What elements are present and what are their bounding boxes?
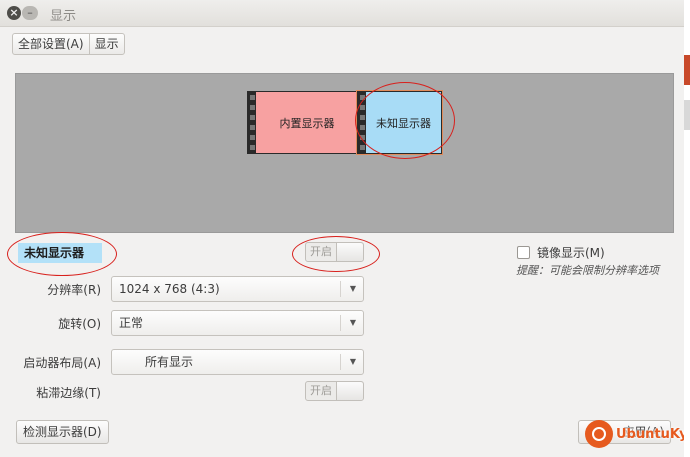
- sticky-edges-label: 粘滞边缘(T): [36, 386, 101, 400]
- film-strip-icon: [248, 92, 256, 153]
- film-strip-icon: [358, 92, 366, 153]
- dropdown-separator: [340, 354, 341, 370]
- resolution-dropdown[interactable]: 1024 x 768 (4:3) ▼: [111, 276, 364, 302]
- sticky-switch-knob[interactable]: [337, 382, 363, 400]
- minimize-icon[interactable]: –: [22, 6, 38, 20]
- background-window-fragment: [684, 100, 690, 130]
- window-title: 显示: [50, 9, 77, 24]
- ubuntukylin-watermark: UbuntuKylin: [585, 420, 690, 448]
- watermark-text: UbuntuKylin: [616, 426, 690, 442]
- display-settings-window: × – 显示 全部设置(A) 显示 内置显示器 未知显示器 未知显示器 开启 镜…: [0, 0, 690, 457]
- sticky-switch-label: 开启: [306, 382, 337, 400]
- launcher-placement-value: 所有显示: [145, 355, 194, 369]
- all-settings-button[interactable]: 全部设置(A): [13, 34, 89, 54]
- chevron-down-icon: ▼: [349, 357, 356, 366]
- background-window-fragment: [684, 55, 690, 85]
- dropdown-separator: [340, 315, 341, 331]
- mirror-label: 镜像显示(M): [537, 246, 605, 260]
- rotation-value: 正常: [119, 316, 144, 330]
- monitor-unknown-label: 未知显示器: [376, 116, 431, 130]
- power-switch-knob[interactable]: [337, 243, 363, 261]
- sticky-edges-switch[interactable]: 开启: [305, 381, 364, 401]
- monitor-arrangement-area[interactable]: 内置显示器 未知显示器: [15, 73, 674, 233]
- breadcrumb-display-button[interactable]: 显示: [88, 34, 124, 54]
- mirror-hint: 提醒：可能会限制分辨率选项: [516, 264, 659, 277]
- resolution-value: 1024 x 768 (4:3): [119, 282, 220, 296]
- rotation-dropdown[interactable]: 正常 ▼: [111, 310, 364, 336]
- launcher-placement-label: 启动器布局(A): [23, 356, 101, 370]
- breadcrumb: 全部设置(A) 显示: [12, 33, 125, 55]
- selected-monitor-name: 未知显示器: [18, 243, 102, 263]
- close-icon[interactable]: ×: [7, 6, 21, 20]
- mirror-displays-option[interactable]: 镜像显示(M): [517, 244, 605, 261]
- dropdown-separator: [340, 281, 341, 297]
- detect-displays-button[interactable]: 检测显示器(D): [16, 420, 109, 444]
- monitor-power-switch[interactable]: 开启: [305, 242, 364, 262]
- rotation-label: 旋转(O): [58, 317, 101, 331]
- monitor-builtin[interactable]: 内置显示器: [247, 91, 359, 154]
- launcher-placement-dropdown[interactable]: 所有显示 ▼: [111, 349, 364, 375]
- chevron-down-icon: ▼: [349, 284, 356, 293]
- resolution-label: 分辨率(R): [47, 283, 101, 297]
- power-switch-label: 开启: [306, 243, 337, 261]
- ubuntukylin-logo-icon: [585, 420, 613, 448]
- monitor-builtin-label: 内置显示器: [279, 116, 335, 130]
- chevron-down-icon: ▼: [349, 318, 356, 327]
- mirror-checkbox[interactable]: [517, 246, 530, 259]
- title-bar: × – 显示: [0, 0, 684, 27]
- monitor-unknown[interactable]: 未知显示器: [357, 91, 442, 154]
